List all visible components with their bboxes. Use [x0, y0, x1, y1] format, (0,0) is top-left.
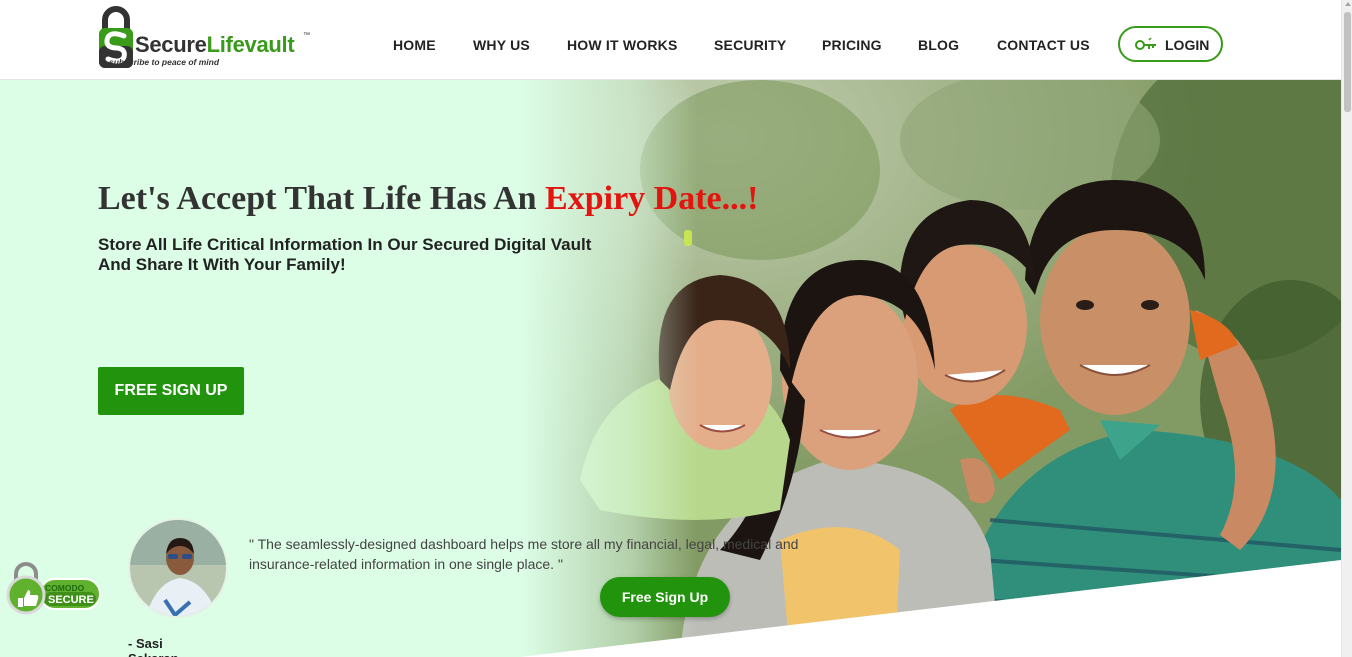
testimonial-author: - Sasi Sekaran — [128, 636, 179, 657]
hero-section: Let's Accept That Life Has An Expiry Dat… — [0, 80, 1341, 657]
nav-how-it-works[interactable]: HOW IT WORKS — [567, 37, 678, 53]
hero-headline: Let's Accept That Life Has An Expiry Dat… — [98, 180, 759, 217]
login-label: LOGIN — [1165, 37, 1210, 53]
badge-line2: SECURE — [48, 594, 94, 606]
nav-home[interactable]: HOME — [393, 37, 436, 53]
hero-subline: Store All Life Critical Information In O… — [98, 235, 592, 274]
testimonial-avatar — [128, 518, 228, 618]
nav-pricing[interactable]: PRICING — [822, 37, 882, 53]
brand-name: SecureLifevault — [135, 32, 295, 57]
scroll-up-arrow-icon[interactable] — [1345, 2, 1351, 6]
testimonial-quote: " The seamlessly-designed dashboard help… — [249, 536, 799, 572]
site-header: SecureLifevault ™ subscribe to peace of … — [0, 0, 1341, 80]
free-signup-button[interactable]: FREE SIGN UP — [98, 367, 244, 415]
nav-security[interactable]: SECURITY — [714, 37, 786, 53]
comodo-secure-badge[interactable]: COMODO SECURE — [4, 562, 104, 617]
page-scrollbar[interactable] — [1341, 0, 1352, 657]
nav-contact-us[interactable]: CONTACT US — [997, 37, 1090, 53]
site-logo[interactable]: SecureLifevault ™ subscribe to peace of … — [97, 6, 317, 70]
badge-line1: COMODO — [45, 583, 85, 593]
key-icon — [1135, 37, 1156, 50]
trademark-symbol: ™ — [303, 32, 310, 39]
nav-why-us[interactable]: WHY US — [473, 37, 530, 53]
free-signup-pill-button[interactable]: Free Sign Up — [600, 577, 730, 617]
brand-tagline: subscribe to peace of mind — [109, 57, 220, 67]
nav-blog[interactable]: BLOG — [918, 37, 959, 53]
login-button[interactable]: LOGIN — [1118, 26, 1223, 62]
scroll-thumb[interactable] — [1344, 12, 1351, 112]
